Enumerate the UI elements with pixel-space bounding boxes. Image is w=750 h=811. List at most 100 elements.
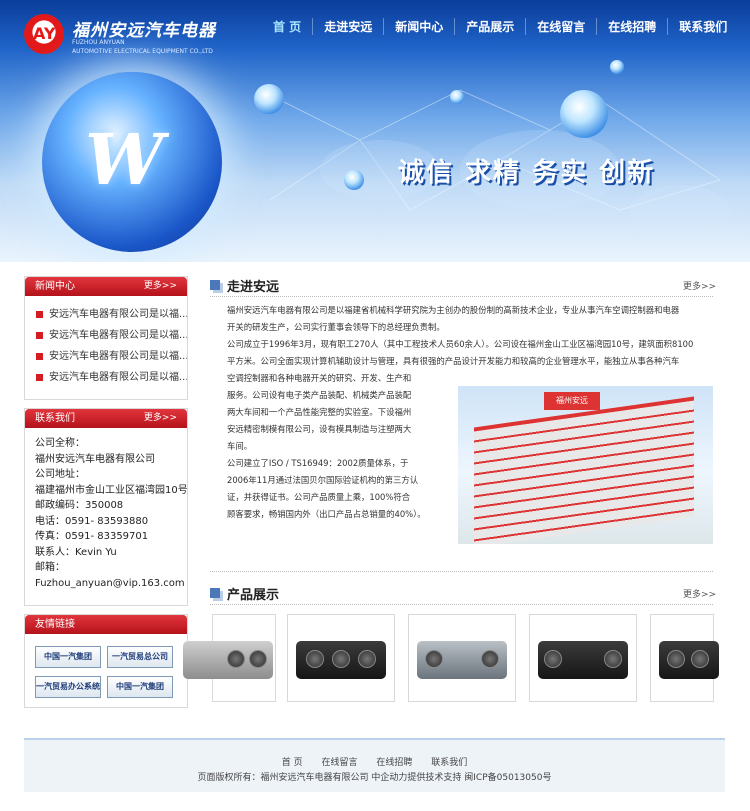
about-line: 车间。	[227, 441, 253, 451]
nav-about[interactable]: 走进安远	[312, 18, 383, 35]
contact-line: 福建福州市金山工业区福湾园10号	[35, 484, 188, 496]
contact-box-title: 联系我们	[35, 413, 75, 424]
product-panel	[296, 641, 386, 679]
links-grid: 中国一汽集团 一汽贸易总公司 一汽贸易办公系统 中国一汽集团	[25, 634, 187, 698]
links-box-header: 友情链接	[25, 615, 187, 634]
about-line: 服务。公司设有电子类产品装配、机械类产品装配	[227, 390, 412, 400]
footer-copyright: 页面版权所有：福州安远汽车电器有限公司 中企动力提供技术支持 闽ICP备0501…	[197, 773, 552, 783]
news-box-title: 新闻中心	[35, 281, 75, 292]
link-faw-group-2[interactable]: 中国一汽集团	[107, 676, 173, 698]
product-thumbnail[interactable]	[183, 614, 276, 702]
product-thumbnail[interactable]	[287, 614, 395, 702]
divider	[210, 296, 713, 297]
nav-news[interactable]: 新闻中心	[383, 18, 454, 35]
about-line: 顾客要求，畅销国内外（出口产品占总销量的40%）。	[227, 509, 426, 519]
company-name-en-1: FUZHOU ANYUAN	[72, 39, 125, 46]
contact-line: 公司地址：	[35, 469, 85, 480]
news-item[interactable]: 安远汽车电器有限公司是以福...	[25, 346, 187, 367]
knob-icon	[249, 650, 267, 668]
about-title: 走进安远	[210, 276, 279, 295]
knob-icon	[332, 650, 350, 668]
contact-email[interactable]: Fuzhou_anyuan@vip.163.com	[35, 576, 185, 592]
about-line: 福州安远汽车电器有限公司是以福建省机械科学研究院为主创办的股份制的高新技术企业，…	[227, 305, 680, 315]
logo-emblem-icon: AY	[24, 14, 64, 54]
company-name-cn: 福州安远汽车电器	[72, 21, 216, 41]
about-line: 安远精密制模有限公司，设有模具制造与注塑两大	[227, 424, 412, 434]
footer: 首 页 在线留言 在线招聘 联系我们 页面版权所有：福州安远汽车电器有限公司 中…	[24, 738, 725, 792]
link-faw-trade[interactable]: 一汽贸易总公司	[107, 646, 173, 668]
product-panel	[183, 641, 273, 679]
nav-contact[interactable]: 联系我们	[667, 18, 738, 35]
glow-orb-icon	[254, 84, 284, 114]
footer-link-contact[interactable]: 联系我们	[431, 758, 467, 768]
news-item[interactable]: 安远汽车电器有限公司是以福...	[25, 325, 187, 346]
news-item[interactable]: 安远汽车电器有限公司是以福...	[25, 304, 187, 325]
product-thumbnail[interactable]	[529, 614, 637, 702]
knob-icon	[425, 650, 443, 668]
links-box: 友情链接 中国一汽集团 一汽贸易总公司 一汽贸易办公系统 中国一汽集团	[24, 614, 188, 708]
knob-icon	[358, 650, 376, 668]
contact-line: 传真：0591- 83359701	[35, 531, 149, 542]
knob-icon	[604, 650, 622, 668]
contact-line: 联系人：Kevin Yu	[35, 546, 117, 558]
product-thumbnail[interactable]	[650, 614, 719, 702]
header-banner: AY 福州安远汽车电器 FUZHOU ANYUAN AUTOMOTIVE ELE…	[0, 0, 750, 262]
company-building-photo: 福州安远	[458, 386, 713, 544]
contact-box: 联系我们 更多>> 公司全称： 福州安远汽车电器有限公司 公司地址： 福建福州市…	[24, 408, 188, 606]
about-line: 2006年11月通过法国贝尔国际验证机构的第三方认	[227, 475, 419, 485]
nav-home[interactable]: 首 页	[262, 18, 312, 35]
footer-nav: 首 页 在线留言 在线招聘 联系我们	[24, 755, 725, 768]
building-graphic	[474, 396, 694, 544]
contact-box-header: 联系我们 更多>>	[25, 409, 187, 428]
contact-line: 电话：0591- 83593880	[35, 515, 149, 527]
links-box-title: 友情链接	[35, 619, 75, 630]
knob-icon	[544, 650, 562, 668]
glow-orb-icon	[450, 90, 464, 104]
product-panel	[417, 641, 507, 679]
about-paragraph-full: 福州安远汽车电器有限公司是以福建省机械科学研究院为主创办的股份制的高新技术企业，…	[227, 302, 717, 370]
slogan: 诚信 求精 务实 创新	[398, 158, 656, 188]
about-line: 公司成立于1996年3月，现有职工270人（其中工程技术人员60余人）。公司设在…	[227, 339, 694, 349]
about-line: 空调控制器和各种电器开关的研究、开发、生产和	[227, 373, 412, 383]
news-box-header: 新闻中心 更多>>	[25, 277, 187, 296]
main-nav: 首 页 走进安远 新闻中心 产品展示 在线留言 在线招聘 联系我们	[262, 18, 738, 35]
link-faw-trade-office[interactable]: 一汽贸易办公系统	[35, 676, 101, 698]
footer-link-home[interactable]: 首 页	[282, 758, 303, 768]
link-faw-group[interactable]: 中国一汽集团	[35, 646, 101, 668]
bullet-icon	[36, 374, 43, 381]
product-panel	[659, 641, 719, 679]
about-line: 公司建立了ISO / TS16949：2002质量体系，于	[227, 458, 409, 468]
bullet-icon	[36, 353, 43, 360]
knob-icon	[481, 650, 499, 668]
bullet-icon	[36, 332, 43, 339]
about-paragraph-left: 空调控制器和各种电器开关的研究、开发、生产和 服务。公司设有电子类产品装配、机械…	[227, 370, 452, 523]
news-item[interactable]: 安远汽车电器有限公司是以福...	[25, 367, 187, 388]
products-more-link[interactable]: 更多>>	[683, 587, 716, 600]
about-line: 两大车间和一个产品性能完整的实验室。下设福州	[227, 407, 412, 417]
contact-line: 邮政编码：350008	[35, 500, 124, 511]
building-sign: 福州安远	[544, 392, 600, 410]
knob-icon	[691, 650, 709, 668]
knob-icon	[667, 650, 685, 668]
contact-more-link[interactable]: 更多>>	[144, 409, 177, 428]
nav-message[interactable]: 在线留言	[525, 18, 596, 35]
nav-jobs[interactable]: 在线招聘	[596, 18, 667, 35]
contact-info: 公司全称： 福州安远汽车电器有限公司 公司地址： 福建福州市金山工业区福湾园10…	[25, 428, 188, 592]
nav-products[interactable]: 产品展示	[454, 18, 525, 35]
product-panel	[538, 641, 628, 679]
contact-line: 公司全称：	[35, 438, 85, 449]
globe-letter: W	[85, 118, 164, 201]
news-box: 新闻中心 更多>> 安远汽车电器有限公司是以福... 安远汽车电器有限公司是以福…	[24, 276, 188, 400]
product-thumbnail[interactable]	[408, 614, 516, 702]
company-name-en-2: AUTOMOTIVE ELECTRICAL EQUIPMENT CO.,LTD	[72, 48, 213, 55]
contact-line: 福州安远汽车电器有限公司	[35, 453, 155, 465]
about-more-link[interactable]: 更多>>	[683, 279, 716, 292]
footer-link-message[interactable]: 在线留言	[321, 758, 357, 768]
about-line: 证，并获得证书。公司产品质量上乘，100%符合	[227, 492, 411, 502]
footer-link-jobs[interactable]: 在线招聘	[376, 758, 412, 768]
bullet-icon	[36, 311, 43, 318]
products-title: 产品展示	[210, 584, 279, 603]
knob-icon	[306, 650, 324, 668]
contact-line: 邮箱：	[35, 562, 65, 573]
news-more-link[interactable]: 更多>>	[144, 277, 177, 296]
